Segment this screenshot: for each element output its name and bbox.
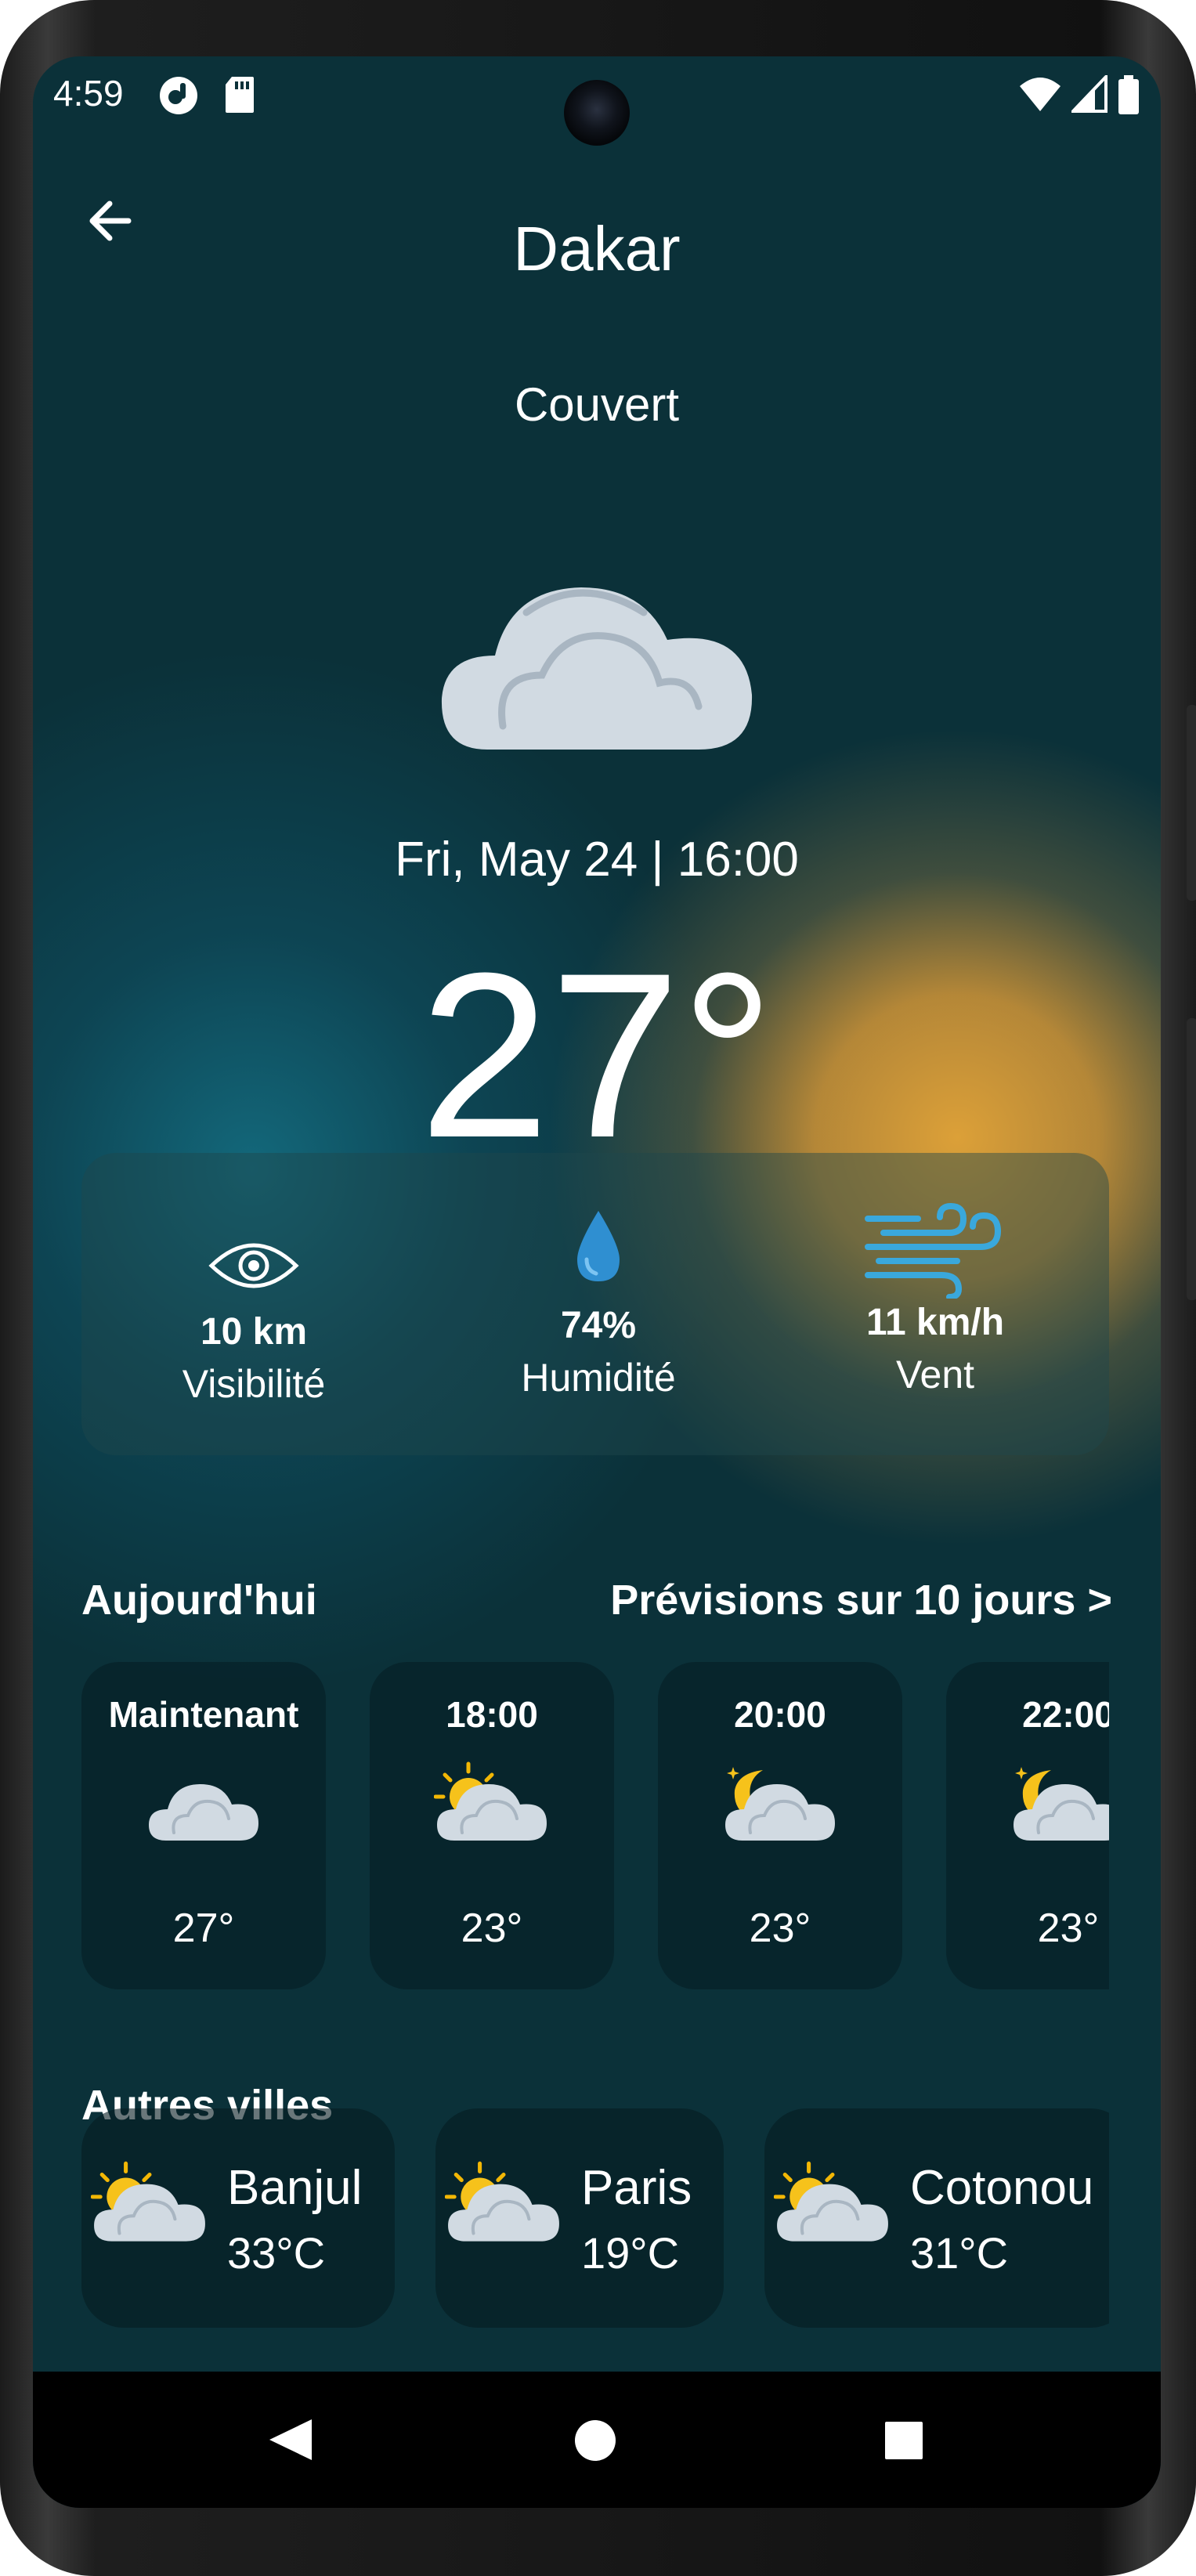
city-card-banjul[interactable]: Banjul 33°C: [81, 2108, 395, 2328]
city-name: Cotonou: [910, 2161, 1094, 2215]
back-triangle-icon[interactable]: [266, 2416, 315, 2463]
city-name: Paris: [581, 2161, 692, 2215]
power-button: [1187, 1018, 1196, 1300]
recents-square-icon[interactable]: [883, 2420, 924, 2461]
city-temp: 31°C: [910, 2228, 1009, 2278]
screen: 4:59 Dakar Couvert Fri, May 24 | 16:00 2…: [33, 56, 1161, 2508]
city-card-cotonou[interactable]: Cotonou 31°C: [764, 2108, 1109, 2328]
city-temp: 33°C: [227, 2228, 326, 2278]
city-card-paris[interactable]: Paris 19°C: [435, 2108, 724, 2328]
sun-cloud-icon: [774, 2161, 888, 2242]
sun-cloud-icon: [91, 2161, 205, 2242]
phone-frame: 4:59 Dakar Couvert Fri, May 24 | 16:00 2…: [0, 0, 1196, 2576]
home-circle-icon[interactable]: [573, 2419, 617, 2462]
system-nav-bar: [33, 2372, 1161, 2508]
city-temp: 19°C: [581, 2228, 680, 2278]
battery-icon: [1118, 75, 1139, 114]
other-cities-list[interactable]: Banjul 33°C Paris 19°C Cotonou 31°C: [81, 56, 1109, 2508]
sun-cloud-icon: [445, 2161, 559, 2242]
volume-button: [1187, 705, 1196, 901]
city-name: Banjul: [227, 2161, 363, 2215]
